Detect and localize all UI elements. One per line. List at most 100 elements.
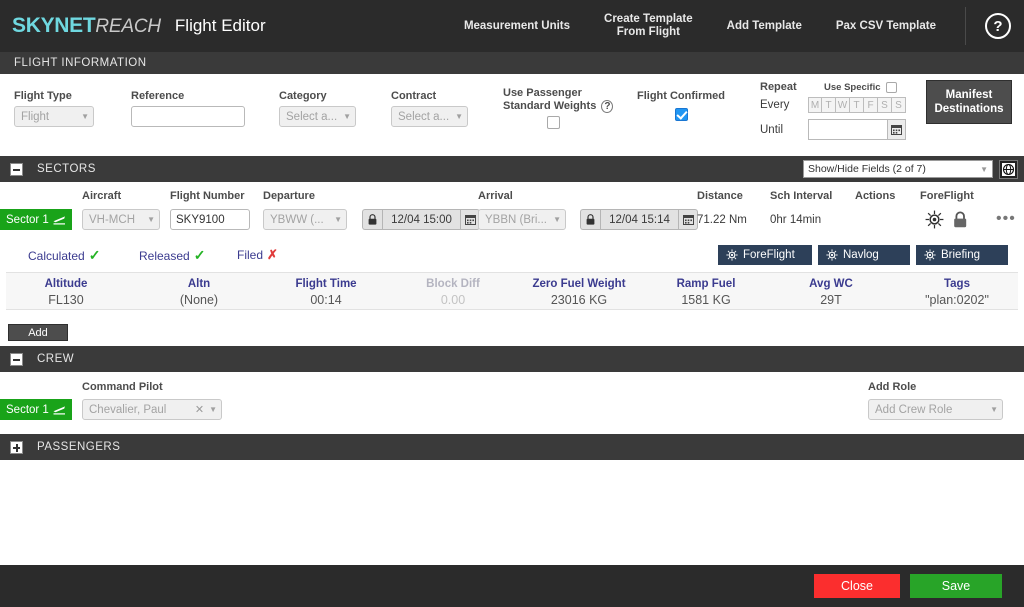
add-sector-button[interactable]: Add — [8, 324, 68, 341]
flight-confirmed-field: Flight Confirmed — [637, 90, 725, 121]
aircraft-select-inner: VH-MCH ▼ — [82, 209, 160, 230]
status-released[interactable]: Released ✓ — [139, 247, 205, 264]
show-hide-fields-select[interactable]: Show/Hide Fields (2 of 7) ▼ — [803, 160, 993, 178]
use-specific-label: Use Specific — [824, 82, 881, 93]
sector-lock-icon[interactable] — [953, 211, 968, 231]
close-button[interactable]: Close — [814, 574, 900, 598]
sectors-title: SECTORS — [37, 163, 96, 175]
calendar-glyph — [465, 214, 476, 225]
add-crew-role-select[interactable]: Add Crew Role ▼ — [868, 399, 1003, 420]
summary-block-diff: Block Diff 0.00 — [426, 278, 480, 307]
repeat-days-group: M T W T F S S — [808, 97, 906, 113]
sch-interval-value: 0hr 14min — [770, 214, 821, 226]
arrival-lock-icon[interactable] — [580, 209, 600, 230]
nav-create-template-from-flight[interactable]: Create Template From Flight — [587, 13, 710, 39]
sector-tab-1[interactable]: Sector 1 — [0, 209, 72, 230]
summary-tags-value: "plan:0202" — [925, 293, 989, 307]
repeat-day-thu[interactable]: T — [850, 97, 864, 113]
nav-create-template-line2: From Flight — [604, 26, 693, 39]
save-button[interactable]: Save — [910, 574, 1002, 598]
departure-calendar-icon[interactable] — [460, 209, 480, 230]
summary-altitude-value: FL130 — [45, 293, 88, 307]
nav-pax-csv-template-label: Pax CSV Template — [836, 20, 936, 32]
category-select[interactable]: Select a... ▼ — [279, 106, 356, 127]
page-title: Flight Editor — [175, 16, 266, 36]
sectors-panel: Aircraft Flight Number Departure Arrival… — [0, 182, 1024, 324]
reference-label: Reference — [131, 90, 245, 102]
repeat-until-input[interactable] — [808, 119, 887, 140]
reference-input[interactable] — [131, 106, 245, 127]
nav-pax-csv-template[interactable]: Pax CSV Template — [819, 20, 953, 33]
navlog-button-label: Navlog — [843, 249, 879, 261]
repeat-day-fri[interactable]: F — [864, 97, 878, 113]
standard-weights-label-line2: Standard Weights ? — [503, 100, 613, 112]
map-view-button[interactable] — [999, 160, 1018, 179]
command-pilot-select[interactable]: Chevalier, Paul ✕ ▼ — [82, 399, 222, 420]
chevron-down-icon: ▼ — [147, 215, 155, 224]
standard-weights-checkbox[interactable] — [547, 116, 560, 129]
arrival-calendar-icon[interactable] — [678, 209, 698, 230]
sector-summary-row: Altitude FL130 Altn (None) Flight Time 0… — [6, 272, 1018, 310]
flight-number-input[interactable]: SKY9100 — [170, 209, 250, 230]
arrival-airport-select[interactable]: YBBN (Bri... ▼ — [478, 209, 566, 230]
crew-sector-tab-1[interactable]: Sector 1 — [0, 399, 72, 420]
repeat-field-group: Repeat Use Specific Every M T W T F S S … — [760, 80, 906, 140]
add-crew-role-inner: Add Crew Role ▼ — [868, 399, 1003, 420]
passengers-expand-toggle[interactable] — [10, 441, 23, 454]
summary-altitude: Altitude FL130 — [45, 278, 88, 307]
flight-confirmed-checkbox[interactable] — [675, 108, 688, 121]
chevron-down-icon: ▼ — [990, 405, 998, 414]
flight-editor-window: SKYNETREACH Flight Editor Measurement Un… — [0, 0, 1024, 607]
flight-confirmed-label: Flight Confirmed — [637, 90, 725, 102]
flight-information-header: FLIGHT INFORMATION — [0, 52, 1024, 74]
col-distance: Distance — [697, 190, 743, 202]
crew-panel: Command Pilot Sector 1 Chevalier, Paul ✕… — [0, 372, 1024, 434]
command-pilot-value: Chevalier, Paul — [89, 404, 166, 416]
repeat-day-sat[interactable]: S — [878, 97, 892, 113]
nav-measurement-units[interactable]: Measurement Units — [447, 20, 587, 33]
summary-altn-label: Altn — [180, 278, 218, 290]
top-navigation: Measurement Units Create Template From F… — [447, 0, 1024, 52]
departure-lock-icon[interactable] — [362, 209, 382, 230]
lock-glyph — [586, 214, 595, 225]
summary-block-diff-label: Block Diff — [426, 278, 480, 290]
summary-block-diff-value: 0.00 — [426, 293, 480, 307]
departure-time-value[interactable]: 12/04 15:00 — [382, 209, 460, 230]
contract-select[interactable]: Select a... ▼ — [391, 106, 468, 127]
sectors-collapse-toggle[interactable] — [10, 163, 23, 176]
sunburst-glyph — [925, 210, 944, 229]
aircraft-select[interactable]: VH-MCH ▼ — [82, 209, 160, 230]
flight-number-input-inner: SKY9100 — [170, 209, 250, 230]
arrival-airport-inner: YBBN (Bri... ▼ — [478, 209, 566, 230]
repeat-day-mon[interactable]: M — [808, 97, 822, 113]
add-crew-role-placeholder: Add Crew Role — [875, 404, 952, 416]
foreflight-button[interactable]: ForeFlight — [718, 245, 812, 265]
repeat-day-wed[interactable]: W — [836, 97, 850, 113]
help-button[interactable]: ? — [972, 13, 1024, 39]
nav-add-template[interactable]: Add Template — [710, 20, 819, 33]
use-specific-checkbox[interactable] — [886, 82, 897, 93]
repeat-until-calendar-icon[interactable] — [887, 119, 906, 140]
foreflight-send-icon[interactable] — [925, 210, 944, 232]
repeat-day-tue[interactable]: T — [822, 97, 836, 113]
status-filed[interactable]: Filed ✗ — [237, 247, 278, 263]
globe-icon — [1002, 163, 1015, 176]
summary-ramp-fuel-value: 1581 KG — [677, 293, 736, 307]
departure-airport-select[interactable]: YBWW (... ▼ — [263, 209, 347, 230]
help-hint-icon[interactable]: ? — [601, 100, 613, 113]
summary-ramp-fuel-label: Ramp Fuel — [677, 278, 736, 290]
clear-icon[interactable]: ✕ — [195, 403, 209, 416]
sector-more-menu[interactable]: ••• — [996, 215, 1016, 223]
flight-type-value: Flight — [21, 111, 49, 123]
arrival-time-value[interactable]: 12/04 15:14 — [600, 209, 678, 230]
status-calculated[interactable]: Calculated ✓ — [28, 247, 100, 264]
crew-collapse-toggle[interactable] — [10, 353, 23, 366]
passengers-header: PASSENGERS — [0, 434, 1024, 460]
manifest-destinations-button[interactable]: Manifest Destinations — [926, 80, 1012, 124]
flight-type-select[interactable]: Flight ▼ — [14, 106, 94, 127]
contract-value: Select a... — [398, 111, 449, 123]
briefing-button[interactable]: Briefing — [916, 245, 1008, 265]
navlog-button[interactable]: Navlog — [818, 245, 910, 265]
repeat-day-sun[interactable]: S — [892, 97, 906, 113]
category-field: Category Select a... ▼ — [279, 90, 356, 127]
